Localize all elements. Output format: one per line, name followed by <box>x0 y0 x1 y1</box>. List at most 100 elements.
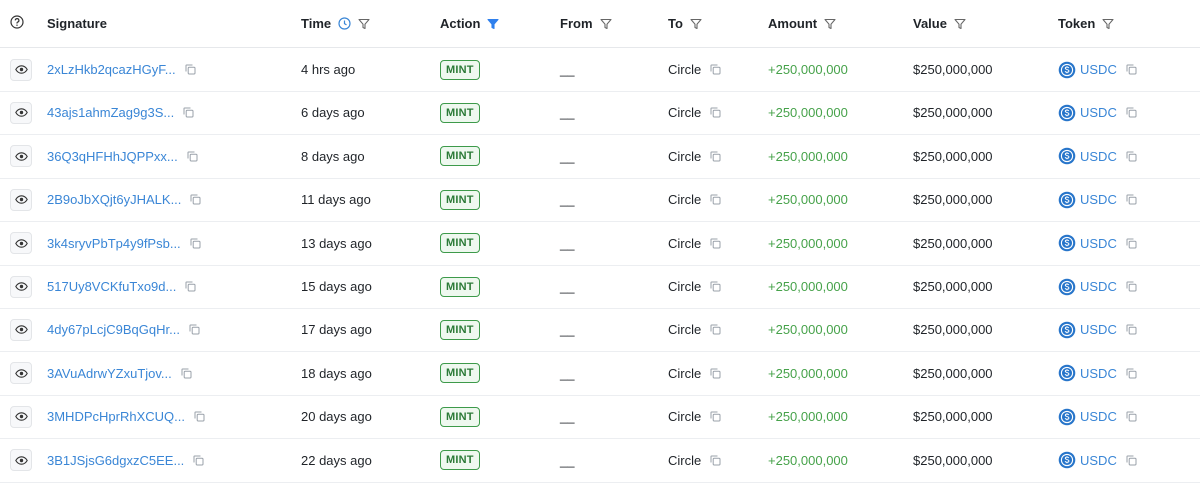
header-from[interactable]: From <box>560 0 660 47</box>
filter-icon[interactable] <box>954 18 966 30</box>
copy-icon[interactable] <box>193 455 204 466</box>
signature-link[interactable]: 43ajs1ahmZag9g3S... <box>47 105 174 120</box>
time-ago: 22 days ago <box>301 452 372 468</box>
token-link[interactable]: USDC <box>1080 236 1117 251</box>
clock-icon[interactable] <box>338 17 351 30</box>
to-name: Circle <box>668 279 702 294</box>
header-action-label: Action <box>440 16 481 31</box>
copy-icon[interactable] <box>1126 368 1137 379</box>
view-details-button[interactable] <box>10 318 32 341</box>
eye-cell <box>10 395 34 438</box>
copy-icon[interactable] <box>1126 151 1137 162</box>
view-details-button[interactable] <box>10 58 32 81</box>
token-link[interactable]: USDC <box>1080 105 1117 120</box>
copy-icon[interactable] <box>1126 411 1137 422</box>
copy-icon[interactable] <box>190 194 201 205</box>
view-details-button[interactable] <box>10 405 32 428</box>
signature-link[interactable]: 3k4sryvPbTp4y9fPsb... <box>47 236 181 251</box>
amount-cell: +250,000,000 <box>768 439 908 482</box>
copy-icon[interactable] <box>185 64 196 75</box>
time-ago: 17 days ago <box>301 322 372 338</box>
copy-icon[interactable] <box>1126 107 1137 118</box>
token-link[interactable]: USDC <box>1080 366 1117 381</box>
copy-icon[interactable] <box>710 107 721 118</box>
token-link[interactable]: USDC <box>1080 322 1117 337</box>
header-amount[interactable]: Amount <box>768 0 908 47</box>
header-signature[interactable]: Signature <box>47 0 287 47</box>
signature-link[interactable]: 517Uy8VCKfuTxo9d... <box>47 279 176 294</box>
help-circle-icon[interactable] <box>10 15 24 32</box>
filter-icon[interactable] <box>824 18 836 30</box>
eye-icon <box>14 108 28 118</box>
signature-link[interactable]: 36Q3qHFHhJQPPxx... <box>47 149 178 164</box>
header-token[interactable]: Token <box>1058 0 1198 47</box>
amount-cell: +250,000,000 <box>768 308 908 351</box>
copy-icon[interactable] <box>1126 64 1137 75</box>
view-details-button[interactable] <box>10 188 32 211</box>
copy-icon[interactable] <box>185 281 196 292</box>
view-details-button[interactable] <box>10 449 32 472</box>
filter-icon[interactable] <box>1102 18 1114 30</box>
signature-link[interactable]: 3B1JSjsG6dgxzC5EE... <box>47 453 184 468</box>
token-link[interactable]: USDC <box>1080 453 1117 468</box>
filter-active-icon[interactable] <box>487 18 500 30</box>
token-link[interactable]: USDC <box>1080 149 1117 164</box>
copy-icon[interactable] <box>1126 324 1137 335</box>
copy-icon[interactable] <box>710 238 721 249</box>
copy-icon[interactable] <box>190 238 201 249</box>
view-details-button[interactable] <box>10 101 32 124</box>
header-action[interactable]: Action <box>440 0 550 47</box>
token-link[interactable]: USDC <box>1080 192 1117 207</box>
signature-link[interactable]: 2xLzHkb2qcazHGyF... <box>47 62 176 77</box>
copy-icon[interactable] <box>1126 455 1137 466</box>
copy-icon[interactable] <box>710 194 721 205</box>
copy-icon[interactable] <box>1126 281 1137 292</box>
from-cell: __ <box>560 265 660 308</box>
signature-link[interactable]: 4dy67pLcjC9BqGqHr... <box>47 322 180 337</box>
signature-cell: 3MHDPcHprRhXCUQ... <box>47 395 287 438</box>
view-details-button[interactable] <box>10 362 32 385</box>
copy-icon[interactable] <box>1126 238 1137 249</box>
header-time[interactable]: Time <box>301 0 431 47</box>
amount-value: +250,000,000 <box>768 279 848 294</box>
to-cell: Circle <box>668 395 758 438</box>
copy-icon[interactable] <box>181 368 192 379</box>
table-row: 517Uy8VCKfuTxo9d... 15 days ago MINT __ … <box>0 265 1200 309</box>
filter-icon[interactable] <box>599 18 612 30</box>
copy-icon[interactable] <box>187 151 198 162</box>
usdc-icon <box>1058 234 1076 252</box>
copy-icon[interactable] <box>710 151 721 162</box>
amount-cell: +250,000,000 <box>768 135 908 178</box>
usd-value: $250,000,000 <box>913 192 993 208</box>
copy-icon[interactable] <box>710 324 721 335</box>
signature-link[interactable]: 2B9oJbXQjt6yJHALK... <box>47 192 181 207</box>
filter-icon[interactable] <box>358 18 370 30</box>
table-header: Signature Time Action From To Amount Val… <box>0 0 1200 48</box>
token-link[interactable]: USDC <box>1080 279 1117 294</box>
view-details-button[interactable] <box>10 232 32 255</box>
action-cell: MINT <box>440 178 550 221</box>
copy-icon[interactable] <box>183 107 194 118</box>
copy-icon[interactable] <box>710 455 721 466</box>
copy-icon[interactable] <box>710 411 721 422</box>
token-link[interactable]: USDC <box>1080 409 1117 424</box>
token-link[interactable]: USDC <box>1080 62 1117 77</box>
copy-icon[interactable] <box>710 281 721 292</box>
signature-link[interactable]: 3AVuAdrwYZxuTjov... <box>47 366 172 381</box>
time-cell: 4 hrs ago <box>301 48 431 91</box>
header-to[interactable]: To <box>668 0 758 47</box>
copy-icon[interactable] <box>194 411 205 422</box>
signature-cell: 43ajs1ahmZag9g3S... <box>47 91 287 134</box>
view-details-button[interactable] <box>10 145 32 168</box>
amount-cell: +250,000,000 <box>768 222 908 265</box>
filter-icon[interactable] <box>690 18 702 30</box>
signature-link[interactable]: 3MHDPcHprRhXCUQ... <box>47 409 185 424</box>
copy-icon[interactable] <box>710 368 721 379</box>
view-details-button[interactable] <box>10 275 32 298</box>
copy-icon[interactable] <box>710 64 721 75</box>
eye-cell <box>10 352 34 395</box>
header-value[interactable]: Value <box>913 0 1053 47</box>
copy-icon[interactable] <box>1126 194 1137 205</box>
copy-icon[interactable] <box>189 324 200 335</box>
transactions-table: Signature Time Action From To Amount Val… <box>0 0 1200 486</box>
